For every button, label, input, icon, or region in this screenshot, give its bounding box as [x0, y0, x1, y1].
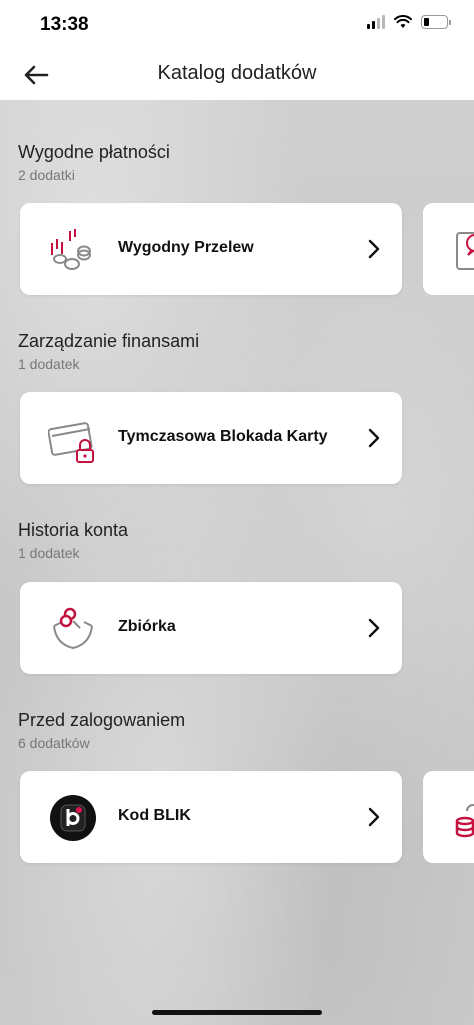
- section-count: 6 dodatków: [18, 735, 90, 751]
- collection-bag-icon: [53, 607, 93, 650]
- addon-card-zbiorka[interactable]: Zbiórka: [20, 582, 402, 674]
- addon-label: Kod BLIK: [118, 807, 191, 824]
- status-time: 13:38: [40, 14, 89, 35]
- chevron-right-icon: [368, 618, 380, 638]
- section-header-before-login: Przed zalogowaniem 6 dodatków: [18, 710, 185, 751]
- section-count: 1 dodatek: [18, 356, 80, 372]
- status-icons: [367, 15, 451, 29]
- addon-label: Tymczasowa Blokada Karty: [118, 428, 328, 445]
- section-header-payments: Wygodne płatności 2 dodatki: [18, 142, 170, 183]
- chevron-right-icon: [368, 239, 380, 259]
- page-title: Katalog dodatków: [157, 62, 317, 84]
- section-title: Przed zalogowaniem: [18, 710, 186, 730]
- addon-label: Zbiórka: [118, 618, 176, 635]
- section-count: 1 dodatek: [18, 545, 80, 561]
- addon-card-tymczasowa-blokada-karty[interactable]: Tymczasowa Blokada Karty: [20, 392, 402, 484]
- status-bar: 13:38: [0, 0, 474, 50]
- addon-label: Wygodny Przelew: [118, 239, 254, 256]
- blik-logo-icon: [50, 795, 96, 841]
- section-header-history: Historia konta 1 dodatek: [18, 520, 128, 561]
- wifi-icon: [394, 15, 412, 28]
- section-title: Zarządzanie finansami: [18, 331, 200, 351]
- coin-stack-icon: [455, 804, 474, 838]
- section-title: Wygodne płatności: [18, 142, 170, 162]
- home-indicator: [152, 1010, 322, 1015]
- addon-card-wygodny-przelew[interactable]: Wygodny Przelew: [20, 203, 402, 295]
- section-title: Historia konta: [18, 520, 129, 540]
- battery-icon: [421, 15, 451, 29]
- chevron-right-icon: [368, 807, 380, 827]
- phone-chat-icon: [456, 232, 474, 270]
- nav-bar: Katalog dodatków: [0, 50, 474, 100]
- coins-transfer-icon: [51, 229, 91, 270]
- addon-card-kod-blik[interactable]: Kod BLIK: [20, 771, 402, 863]
- section-header-finance: Zarządzanie finansami 1 dodatek: [18, 331, 199, 372]
- addon-card-peek-next[interactable]: [423, 203, 474, 295]
- card-lock-icon: [48, 422, 94, 463]
- addon-card-peek-next[interactable]: [423, 771, 474, 863]
- cellular-signal-icon: [367, 15, 385, 29]
- section-count: 2 dodatki: [18, 167, 75, 183]
- chevron-right-icon: [368, 428, 380, 448]
